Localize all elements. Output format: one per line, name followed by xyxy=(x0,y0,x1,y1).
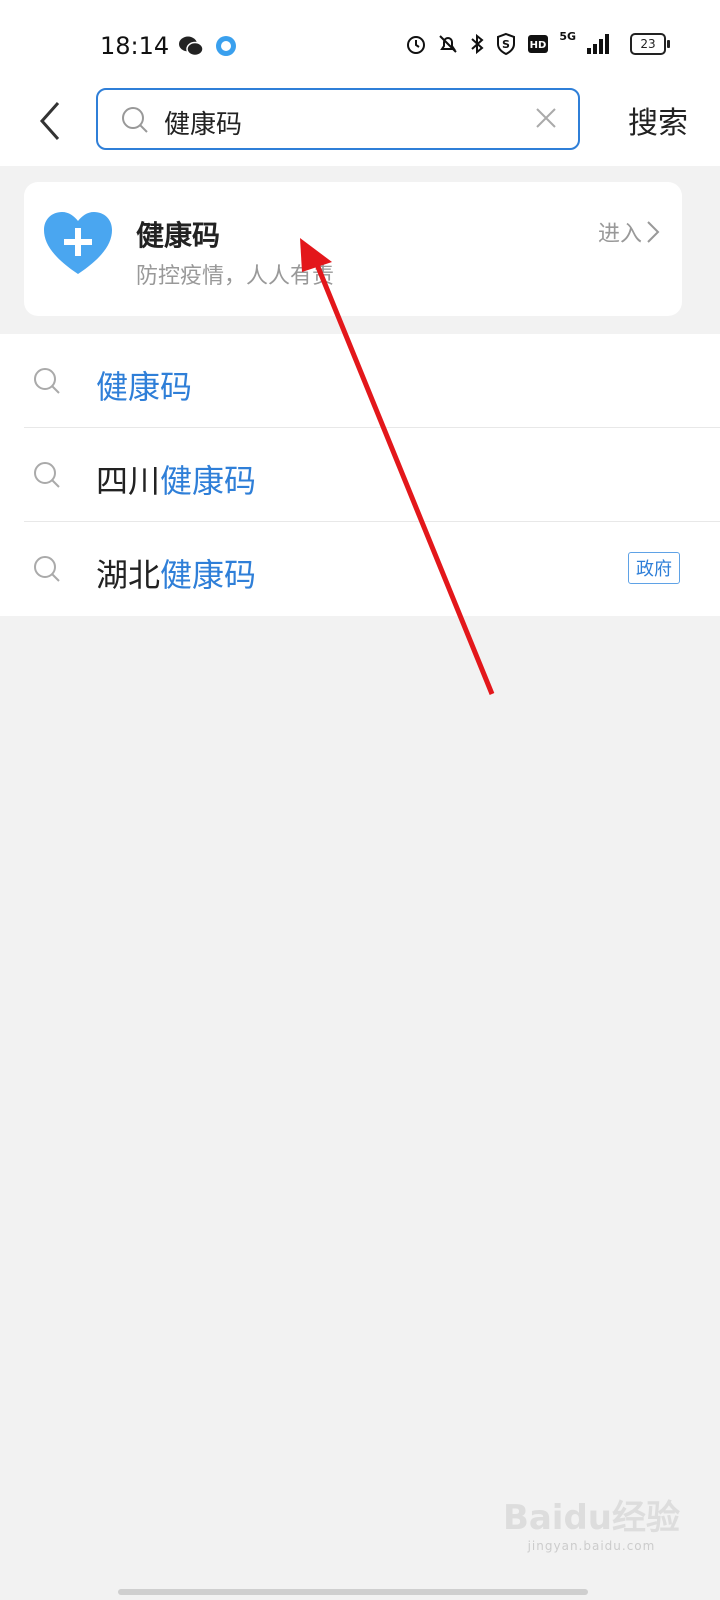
watermark-url: jingyan.baidu.com xyxy=(527,1539,656,1553)
gesture-bar[interactable] xyxy=(118,1589,588,1595)
watermark-brand: Baidu经验 xyxy=(502,1498,680,1538)
annotation-arrow xyxy=(300,238,495,695)
baidu-watermark: Baidu经验 jingyan.baidu.com xyxy=(503,1490,680,1553)
